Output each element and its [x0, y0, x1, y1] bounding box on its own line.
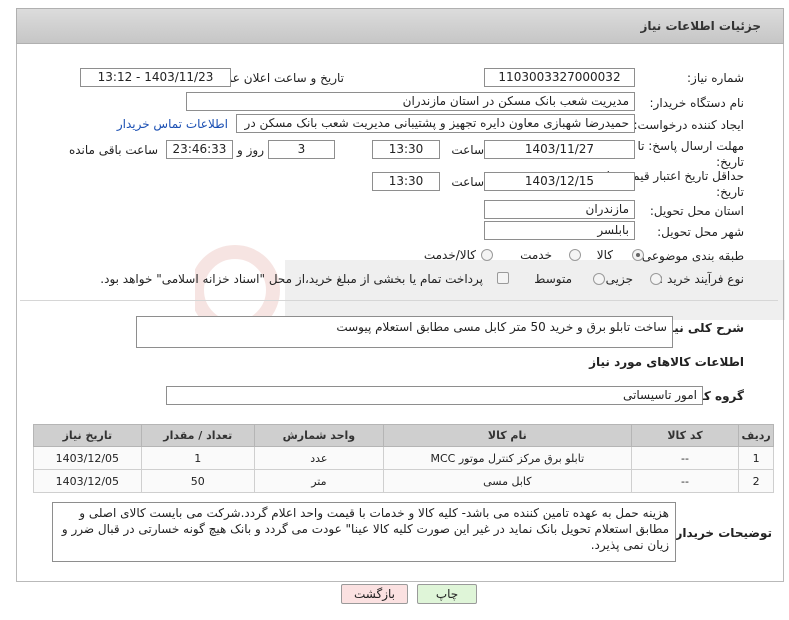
category-option-goods-service: کالا/خدمت [423, 248, 476, 262]
remaining-label: ساعت باقی مانده [68, 143, 158, 157]
buyer-notes-field: هزینه حمل به عهده تامین کننده می باشد- ک… [52, 502, 676, 562]
process-option-medium: متوسط [534, 272, 572, 286]
category-option-goods: کالا [596, 248, 613, 262]
process-radio-medium[interactable] [593, 273, 605, 285]
cell-code: -- [630, 469, 740, 493]
table-row: 1 -- تابلو برق مرکز کنترل موتور MCC عدد … [33, 446, 774, 470]
cell-quantity: 1 [140, 446, 255, 470]
page-title: جزئیات اطلاعات نیاز [640, 19, 761, 33]
process-option-minor: جزیی [605, 272, 633, 286]
cell-date: 1403/12/05 [33, 469, 142, 493]
remaining-time-field: 23:46:33 [166, 140, 233, 159]
back-button[interactable]: بازگشت [341, 584, 408, 604]
cell-quantity: 50 [140, 469, 255, 493]
col-unit: واحد شمارش [253, 424, 384, 447]
cell-code: -- [630, 446, 740, 470]
cell-name: کابل مسی [382, 469, 632, 493]
col-code: کد کالا [630, 424, 740, 447]
cell-unit: متر [253, 469, 384, 493]
table-row: 2 -- کابل مسی متر 50 1403/12/05 [33, 469, 774, 493]
cell-unit: عدد [253, 446, 384, 470]
category-radio-goods[interactable] [632, 249, 644, 261]
goods-info-title: اطلاعات کالاهای مورد نیاز [589, 355, 744, 369]
validity-time-label: ساعت [451, 175, 484, 189]
separator [20, 300, 778, 301]
city-label: شهر محل تحویل: [657, 225, 744, 239]
buyer-label: نام دستگاه خریدار: [649, 96, 745, 110]
cell-date: 1403/12/05 [33, 446, 142, 470]
need-number-field: 1103003327000032 [484, 68, 635, 87]
goods-group-field: امور تاسیساتی [166, 386, 703, 405]
days-label: روز و [237, 143, 264, 157]
province-field: مازندران [484, 200, 635, 219]
city-field: بابلسر [484, 221, 635, 240]
process-label: نوع فرآیند خرید : [659, 272, 744, 286]
buyer-field: مدیریت شعب بانک مسکن در استان مازندران [186, 92, 635, 111]
description-field: ساخت تابلو برق و خرید 50 متر کابل مسی مط… [136, 316, 673, 348]
need-number-label: شماره نیاز: [687, 71, 744, 85]
category-label: طبقه بندی موضوعی: [637, 249, 744, 263]
cell-name: تابلو برق مرکز کنترل موتور MCC [382, 446, 632, 470]
panel-header: جزئیات اطلاعات نیاز [16, 8, 784, 44]
buyer-notes-label: توضیحات خریدار: [670, 526, 772, 540]
deadline-label: مهلت ارسال پاسخ: تا تاریخ: [637, 139, 744, 169]
col-quantity: تعداد / مقدار [140, 424, 255, 447]
days-field: 3 [268, 140, 335, 159]
creator-field: حمیدرضا شهبازی معاون دایره تجهیز و پشتیب… [236, 114, 635, 133]
col-name: نام کالا [382, 424, 632, 447]
deadline-time-label: ساعت [451, 143, 484, 157]
creator-label: ایجاد کننده درخواست: [633, 118, 744, 132]
goods-table: ردیف کد کالا نام کالا واحد شمارش تعداد /… [33, 424, 774, 493]
contact-link[interactable]: اطلاعات تماس خریدار [117, 117, 228, 131]
cell-row: 2 [738, 469, 774, 493]
deadline-time-field: 13:30 [372, 140, 440, 159]
category-radio-goods-service[interactable] [481, 249, 493, 261]
validity-time-field: 13:30 [372, 172, 440, 191]
table-header-row: ردیف کد کالا نام کالا واحد شمارش تعداد /… [33, 424, 774, 447]
category-option-service: خدمت [520, 248, 552, 262]
announce-field: 1403/11/23 - 13:12 [80, 68, 231, 87]
treasury-payment-checkbox[interactable] [497, 272, 509, 284]
cell-row: 1 [738, 446, 774, 470]
category-radio-service[interactable] [569, 249, 581, 261]
process-radio-minor[interactable] [650, 273, 662, 285]
payment-note: پرداخت تمام یا بخشی از مبلغ خرید،از محل … [100, 272, 483, 286]
col-row: ردیف [738, 424, 774, 447]
print-button[interactable]: چاپ [417, 584, 477, 604]
validity-date-field: 1403/12/15 [484, 172, 635, 191]
deadline-date-field: 1403/11/27 [484, 140, 635, 159]
col-date: تاریخ نیاز [33, 424, 142, 447]
province-label: استان محل تحویل: [649, 204, 744, 218]
